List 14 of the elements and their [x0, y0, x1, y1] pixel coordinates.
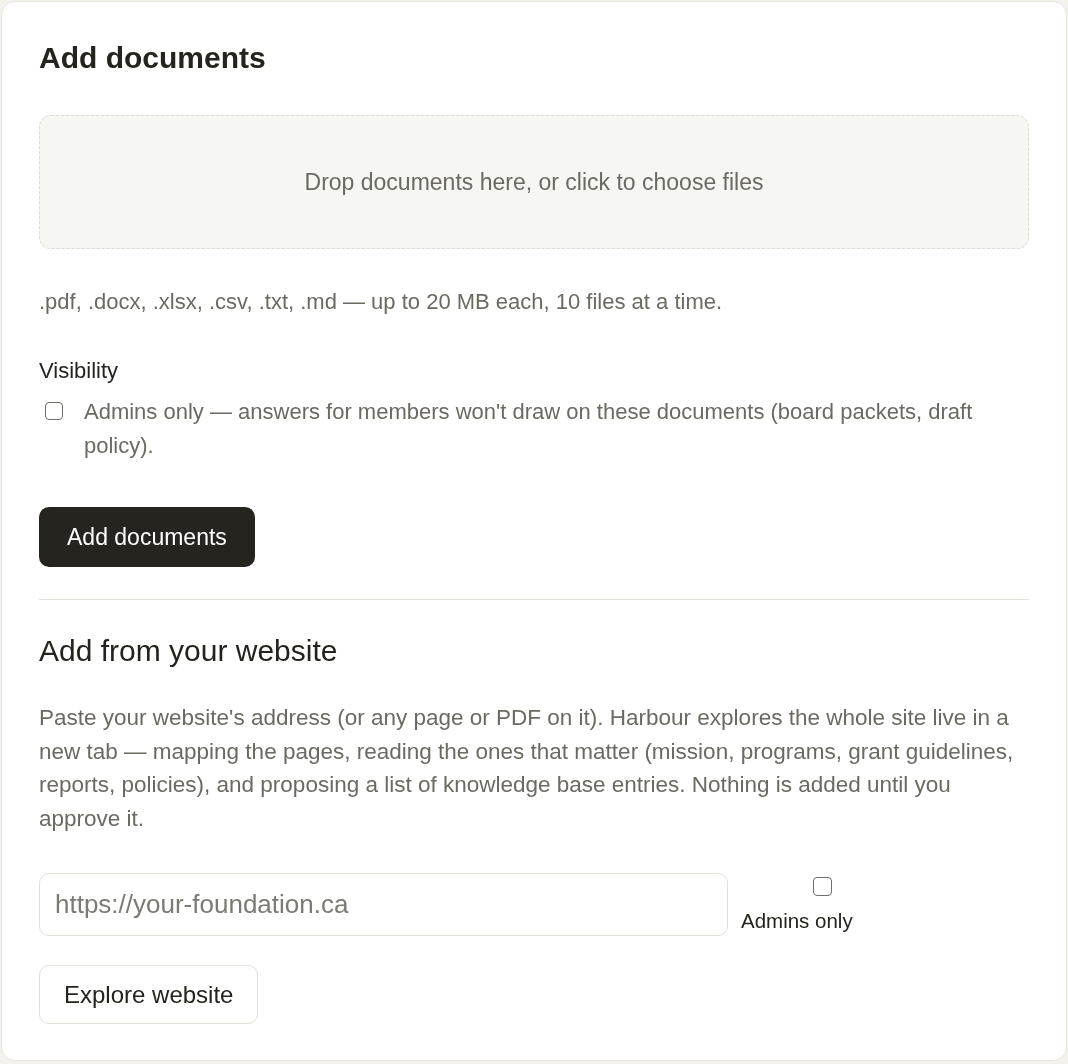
- dropzone-text: Drop documents here, or click to choose files: [304, 167, 764, 197]
- visibility-label: Visibility: [39, 357, 120, 385]
- file-hint: .pdf, .docx, .xlsx, .csv, .txt, .md — up to 20 MB each, 10 files at a time.: [39, 288, 724, 316]
- checkbox[interactable]: [45, 402, 63, 420]
- dropzone[interactable]: Drop documents here, or click to choose files: [39, 115, 1029, 249]
- checkbox-label: Admins only — answers for members won't draw on these documents (board packets, draft policy).: [84, 398, 974, 460]
- section-title: Add documents: [39, 40, 267, 76]
- checkbox-label: Admins only: [741, 908, 853, 934]
- checkbox[interactable]: [813, 877, 832, 896]
- section-description: Paste your website's address (or any page or PDF on it). Harbour explores the whole site live in a new tab — mapping the pages, reading the ones that matter (mission, programs, grant guidelines, reports, policies), and proposing a list of knowledge base entries. Nothing is added until you approve it.: [39, 704, 1015, 833]
- section-title: Add from your website: [39, 633, 339, 669]
- explore-website-button[interactable]: Explore website: [39, 965, 259, 1024]
- add-documents-button[interactable]: Add documents: [39, 507, 255, 567]
- url-field[interactable]: https://your-foundation.ca: [39, 873, 728, 936]
